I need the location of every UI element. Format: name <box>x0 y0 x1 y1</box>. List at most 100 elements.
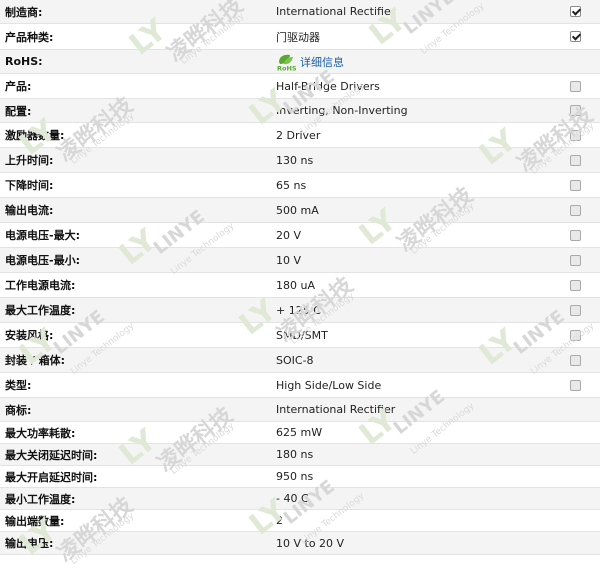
spec-value-text: SMD/SMT <box>276 328 328 342</box>
spec-table: 制造商: International Rectifier 产品种类: 门驱动器 RoHS… <box>0 0 600 555</box>
spec-value-text: 180 ns <box>276 448 314 461</box>
spec-value-text: 20 V <box>276 228 302 242</box>
spec-value-text: 180 uA <box>276 278 315 292</box>
spec-label: 最大功率耗散: <box>5 426 76 440</box>
spec-label: 产品: <box>5 80 32 93</box>
spec-label: 商标: <box>5 403 32 417</box>
filter-checkbox[interactable] <box>570 80 581 92</box>
spec-label: 制造商: <box>5 5 43 19</box>
filter-checkbox[interactable] <box>570 254 581 266</box>
spec-value: 2 <box>272 514 562 527</box>
filter-checkbox[interactable] <box>570 379 581 391</box>
spec-value-text: 门驱动器 <box>276 30 320 44</box>
spec-value: 625 mW <box>272 426 562 439</box>
spec-label: 下降时间: <box>5 179 54 192</box>
spec-value: - 40 C <box>272 492 562 505</box>
spec-value-text: 130 ns <box>276 153 314 167</box>
filter-checkbox[interactable] <box>570 204 581 216</box>
spec-row: 商标: International Rectifier <box>0 398 600 422</box>
spec-label: RoHS: <box>5 55 43 68</box>
spec-row: 最小工作温度: - 40 C <box>0 488 600 510</box>
spec-value-text: International Rectifier <box>276 5 396 18</box>
spec-value-text: 500 mA <box>276 203 319 217</box>
rohs-leaf-icon: RoHS <box>277 54 296 71</box>
filter-checkbox[interactable] <box>570 6 581 17</box>
spec-value: International Rectifier <box>272 5 562 18</box>
spec-label: 电源电压-最大: <box>5 229 80 242</box>
spec-value: High Side/Low Side <box>272 379 562 392</box>
spec-value-text: SOIC-8 <box>276 353 314 367</box>
spec-row: 配置: Inverting, Non-Inverting <box>0 99 600 123</box>
spec-value-text: 2 Driver <box>276 128 321 142</box>
spec-label: 最小工作温度: <box>5 492 76 506</box>
spec-label: 最大关闭延迟时间: <box>5 448 98 462</box>
spec-label: 安装风格: <box>5 329 54 342</box>
spec-value: 门驱动器 <box>272 29 562 45</box>
spec-row: 激励器数量: 2 Driver <box>0 123 600 148</box>
spec-value: RoHS 详细信息 <box>272 53 562 71</box>
spec-value-text: 65 ns <box>276 178 307 192</box>
filter-checkbox[interactable] <box>570 31 581 42</box>
spec-label: 输出端数量: <box>5 514 65 528</box>
spec-row: 电源电压-最大: 20 V <box>0 223 600 248</box>
spec-row: 制造商: International Rectifier <box>0 0 600 24</box>
spec-value: 20 V <box>272 229 562 242</box>
filter-checkbox[interactable] <box>570 304 581 316</box>
spec-label: 产品种类: <box>5 30 54 44</box>
spec-row: 电源电压-最小: 10 V <box>0 248 600 273</box>
spec-row: 输出电压: 10 V to 20 V <box>0 532 600 555</box>
spec-value: Half-Bridge Drivers <box>272 80 562 93</box>
spec-value-text: 10 V <box>276 253 302 267</box>
filter-checkbox[interactable] <box>570 154 581 166</box>
filter-checkbox[interactable] <box>570 179 581 191</box>
filter-checkbox[interactable] <box>570 105 581 116</box>
filter-checkbox[interactable] <box>570 279 581 291</box>
spec-label: 输出电压: <box>5 537 54 550</box>
spec-row: 产品: Half-Bridge Drivers <box>0 74 600 99</box>
spec-label: 输出电流: <box>5 204 54 217</box>
spec-value: SOIC-8 <box>272 354 562 367</box>
spec-value-text: 10 V to 20 V <box>276 536 345 550</box>
spec-value-text: Half-Bridge Drivers <box>276 79 380 93</box>
spec-value: 130 ns <box>272 154 562 167</box>
spec-row: 上升时间: 130 ns <box>0 148 600 173</box>
spec-value-text: + 125 C <box>276 303 321 317</box>
spec-row: 封装 / 箱体: SOIC-8 <box>0 348 600 373</box>
filter-checkbox[interactable] <box>570 329 581 341</box>
spec-value: 65 ns <box>272 179 562 192</box>
spec-row: 最大开启延迟时间: 950 ns <box>0 466 600 488</box>
spec-value-text: Inverting, Non-Inverting <box>276 104 408 117</box>
spec-value-text: 2 <box>276 514 283 527</box>
spec-label: 最大工作温度: <box>5 304 76 317</box>
spec-value-text: International Rectifier <box>276 403 396 416</box>
spec-label: 工作电源电流: <box>5 279 76 292</box>
spec-row: 最大工作温度: + 125 C <box>0 298 600 323</box>
spec-value-text: High Side/Low Side <box>276 378 382 392</box>
spec-value: SMD/SMT <box>272 329 562 342</box>
spec-label: 封装 / 箱体: <box>5 354 66 367</box>
spec-value: 10 V to 20 V <box>272 537 562 550</box>
spec-value: 2 Driver <box>272 129 562 142</box>
spec-value: + 125 C <box>272 304 562 317</box>
filter-checkbox[interactable] <box>570 229 581 241</box>
spec-value-text: 625 mW <box>276 426 323 439</box>
filter-checkbox[interactable] <box>570 129 581 141</box>
spec-label: 电源电压-最小: <box>5 254 80 267</box>
spec-row: 下降时间: 65 ns <box>0 173 600 198</box>
spec-row: 最大关闭延迟时间: 180 ns <box>0 444 600 466</box>
spec-row: 类型: High Side/Low Side <box>0 373 600 398</box>
spec-label: 激励器数量: <box>5 129 65 142</box>
spec-value: 180 ns <box>272 448 562 461</box>
spec-value-text: 950 ns <box>276 470 314 483</box>
spec-row: 输出端数量: 2 <box>0 510 600 532</box>
filter-checkbox[interactable] <box>570 354 581 366</box>
spec-row: 安装风格: SMD/SMT <box>0 323 600 348</box>
spec-value: 10 V <box>272 254 562 267</box>
spec-row: 产品种类: 门驱动器 <box>0 24 600 50</box>
spec-label: 上升时间: <box>5 154 54 167</box>
spec-row: 最大功率耗散: 625 mW <box>0 422 600 444</box>
spec-value: 500 mA <box>272 204 562 217</box>
rohs-details-link[interactable]: 详细信息 <box>300 54 344 70</box>
spec-row: RoHS: RoHS 详细信息 <box>0 50 600 74</box>
spec-label: 类型: <box>5 379 32 392</box>
